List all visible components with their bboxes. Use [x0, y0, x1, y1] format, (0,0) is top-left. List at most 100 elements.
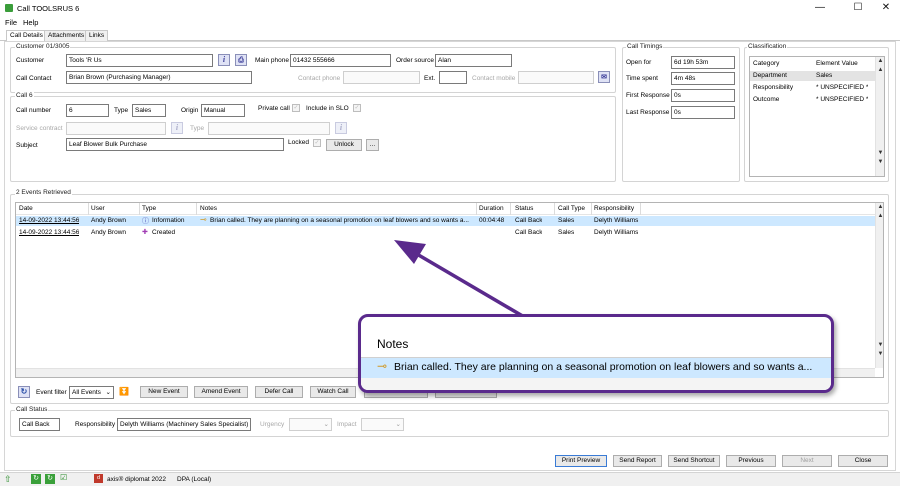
contact-phone-field[interactable]: [343, 71, 420, 84]
ext-field[interactable]: [439, 71, 467, 84]
subject-field[interactable]: Leaf Blower Bulk Purchase: [66, 138, 284, 151]
menu-help[interactable]: Help: [23, 18, 38, 27]
column-divider[interactable]: [510, 203, 511, 215]
event-duration[interactable]: 00:04:48: [479, 217, 504, 224]
tab-links[interactable]: Links: [85, 30, 109, 41]
origin-field[interactable]: Manual: [201, 104, 245, 117]
contact-mobile-label: Contact mobile: [472, 75, 516, 82]
main-phone-field[interactable]: 01432 555666: [290, 54, 391, 67]
classification-row-value[interactable]: * UNSPECIFIED *: [816, 96, 868, 103]
contract-type-field[interactable]: [208, 122, 330, 135]
impact-select[interactable]: ⌄: [361, 418, 404, 431]
next-button[interactable]: Next: [782, 455, 832, 467]
tab-attachments[interactable]: Attachments: [44, 30, 89, 41]
scroll-bottom-icon[interactable]: ▼: [876, 350, 883, 359]
service-contract-field[interactable]: [66, 122, 166, 135]
watch-call-button[interactable]: Watch Call: [310, 386, 356, 398]
locked-checkbox[interactable]: ✓: [313, 139, 321, 147]
arrow-up-icon[interactable]: ⇧: [4, 474, 12, 485]
classification-scrollbar[interactable]: ▲ ▲ ▼ ▼: [875, 57, 884, 176]
event-call-type[interactable]: Sales: [558, 217, 574, 224]
call-type-field[interactable]: Sales: [132, 104, 166, 117]
column-divider[interactable]: [554, 203, 555, 215]
previous-button[interactable]: Previous: [726, 455, 776, 467]
contract-type-info-icon[interactable]: i: [335, 122, 347, 134]
minimize-button[interactable]: —: [804, 0, 836, 16]
menu-file[interactable]: File: [5, 18, 17, 27]
events-header-type[interactable]: Type: [142, 205, 156, 212]
refresh-icon[interactable]: ↻: [31, 474, 41, 484]
classification-row-value[interactable]: Sales: [816, 72, 832, 79]
event-date[interactable]: 14-09-2022 13:44:56: [19, 229, 79, 236]
send-report-button[interactable]: Send Report: [613, 455, 662, 467]
column-divider[interactable]: [139, 203, 140, 215]
event-filter-select[interactable]: All Events ⌄: [69, 386, 114, 399]
defer-call-button[interactable]: Defer Call: [255, 386, 303, 398]
private-call-checkbox[interactable]: ✓: [292, 104, 300, 112]
customer-info-icon[interactable]: i: [218, 54, 230, 66]
call-number-field[interactable]: 6: [66, 104, 109, 117]
events-header-call-type[interactable]: Call Type: [558, 205, 585, 212]
unlock-button[interactable]: Unlock: [326, 139, 362, 151]
close-button[interactable]: Close: [838, 455, 888, 467]
urgency-select[interactable]: ⌄: [289, 418, 332, 431]
service-contract-info-icon[interactable]: i: [171, 122, 183, 134]
responsibility-field[interactable]: Delyth Williams (Machinery Sales Special…: [117, 418, 251, 431]
amend-event-button[interactable]: Amend Event: [194, 386, 248, 398]
event-type[interactable]: Information: [152, 217, 185, 224]
events-header-status[interactable]: Status: [515, 205, 533, 212]
scroll-up-icon[interactable]: ▲: [876, 203, 883, 212]
scroll-down-icon[interactable]: ▼: [876, 149, 884, 158]
scroll-top-icon[interactable]: ▲: [876, 212, 883, 221]
column-divider[interactable]: [88, 203, 89, 215]
sync-icon[interactable]: ↻: [45, 474, 55, 484]
classification-header-value[interactable]: Element Value: [816, 60, 858, 67]
scroll-up-icon[interactable]: ▲: [876, 57, 884, 66]
new-event-button[interactable]: New Event: [140, 386, 188, 398]
call-status-field[interactable]: Call Back: [19, 418, 60, 431]
more-button[interactable]: ...: [366, 139, 379, 151]
events-header-date[interactable]: Date: [19, 205, 33, 212]
event-responsibility[interactable]: Delyth Williams: [594, 217, 638, 224]
classification-row-category[interactable]: Responsibility: [753, 84, 793, 91]
callout-scrollbar: [361, 378, 831, 390]
events-header-duration[interactable]: Duration: [479, 205, 504, 212]
event-date[interactable]: 14-09-2022 13:44:56: [19, 217, 79, 224]
column-divider[interactable]: [196, 203, 197, 215]
classification-row-category[interactable]: Department: [753, 72, 787, 79]
scroll-down-icon[interactable]: ▼: [876, 341, 883, 350]
event-user[interactable]: Andy Brown: [91, 217, 126, 224]
events-header-notes[interactable]: Notes: [200, 205, 217, 212]
checklist-icon[interactable]: ☑: [60, 473, 67, 482]
scroll-bottom-icon[interactable]: ▼: [876, 158, 884, 167]
scroll-top-icon[interactable]: ▲: [876, 66, 884, 75]
send-shortcut-button[interactable]: Send Shortcut: [668, 455, 720, 467]
event-call-type[interactable]: Sales: [558, 229, 574, 236]
events-vertical-scrollbar[interactable]: ▲ ▲ ▼ ▼: [875, 203, 883, 368]
event-user[interactable]: Andy Brown: [91, 229, 126, 236]
event-notes[interactable]: Brian called. They are planning on a sea…: [210, 217, 474, 224]
order-source-field[interactable]: Alan: [435, 54, 512, 67]
print-preview-button[interactable]: Print Preview: [555, 455, 607, 467]
refresh-icon[interactable]: ↻: [18, 386, 30, 398]
classification-list[interactable]: Category Element Value Department Sales …: [749, 56, 885, 177]
event-status[interactable]: Call Back: [515, 217, 542, 224]
events-header-user[interactable]: User: [91, 205, 105, 212]
email-icon[interactable]: ✉: [598, 71, 610, 83]
classification-header-category[interactable]: Category: [753, 60, 779, 67]
contact-mobile-field[interactable]: [518, 71, 594, 84]
classification-row-category[interactable]: Outcome: [753, 96, 779, 103]
include-slo-checkbox[interactable]: ✓: [353, 104, 361, 112]
printer-icon[interactable]: ⎙: [235, 54, 247, 66]
event-type[interactable]: Created: [152, 229, 175, 236]
classification-row-value[interactable]: * UNSPECIFIED *: [816, 84, 868, 91]
event-responsibility[interactable]: Delyth Williams: [594, 229, 638, 236]
column-divider[interactable]: [476, 203, 477, 215]
customer-field[interactable]: Tools 'R Us: [66, 54, 213, 67]
filter-icon[interactable]: ⏬: [118, 386, 130, 398]
events-header-responsibility[interactable]: Responsibility: [594, 205, 634, 212]
call-contact-field[interactable]: Brian Brown (Purchasing Manager): [66, 71, 252, 84]
close-window-button[interactable]: ✕: [870, 0, 900, 16]
column-divider[interactable]: [591, 203, 592, 215]
column-divider[interactable]: [640, 203, 641, 215]
